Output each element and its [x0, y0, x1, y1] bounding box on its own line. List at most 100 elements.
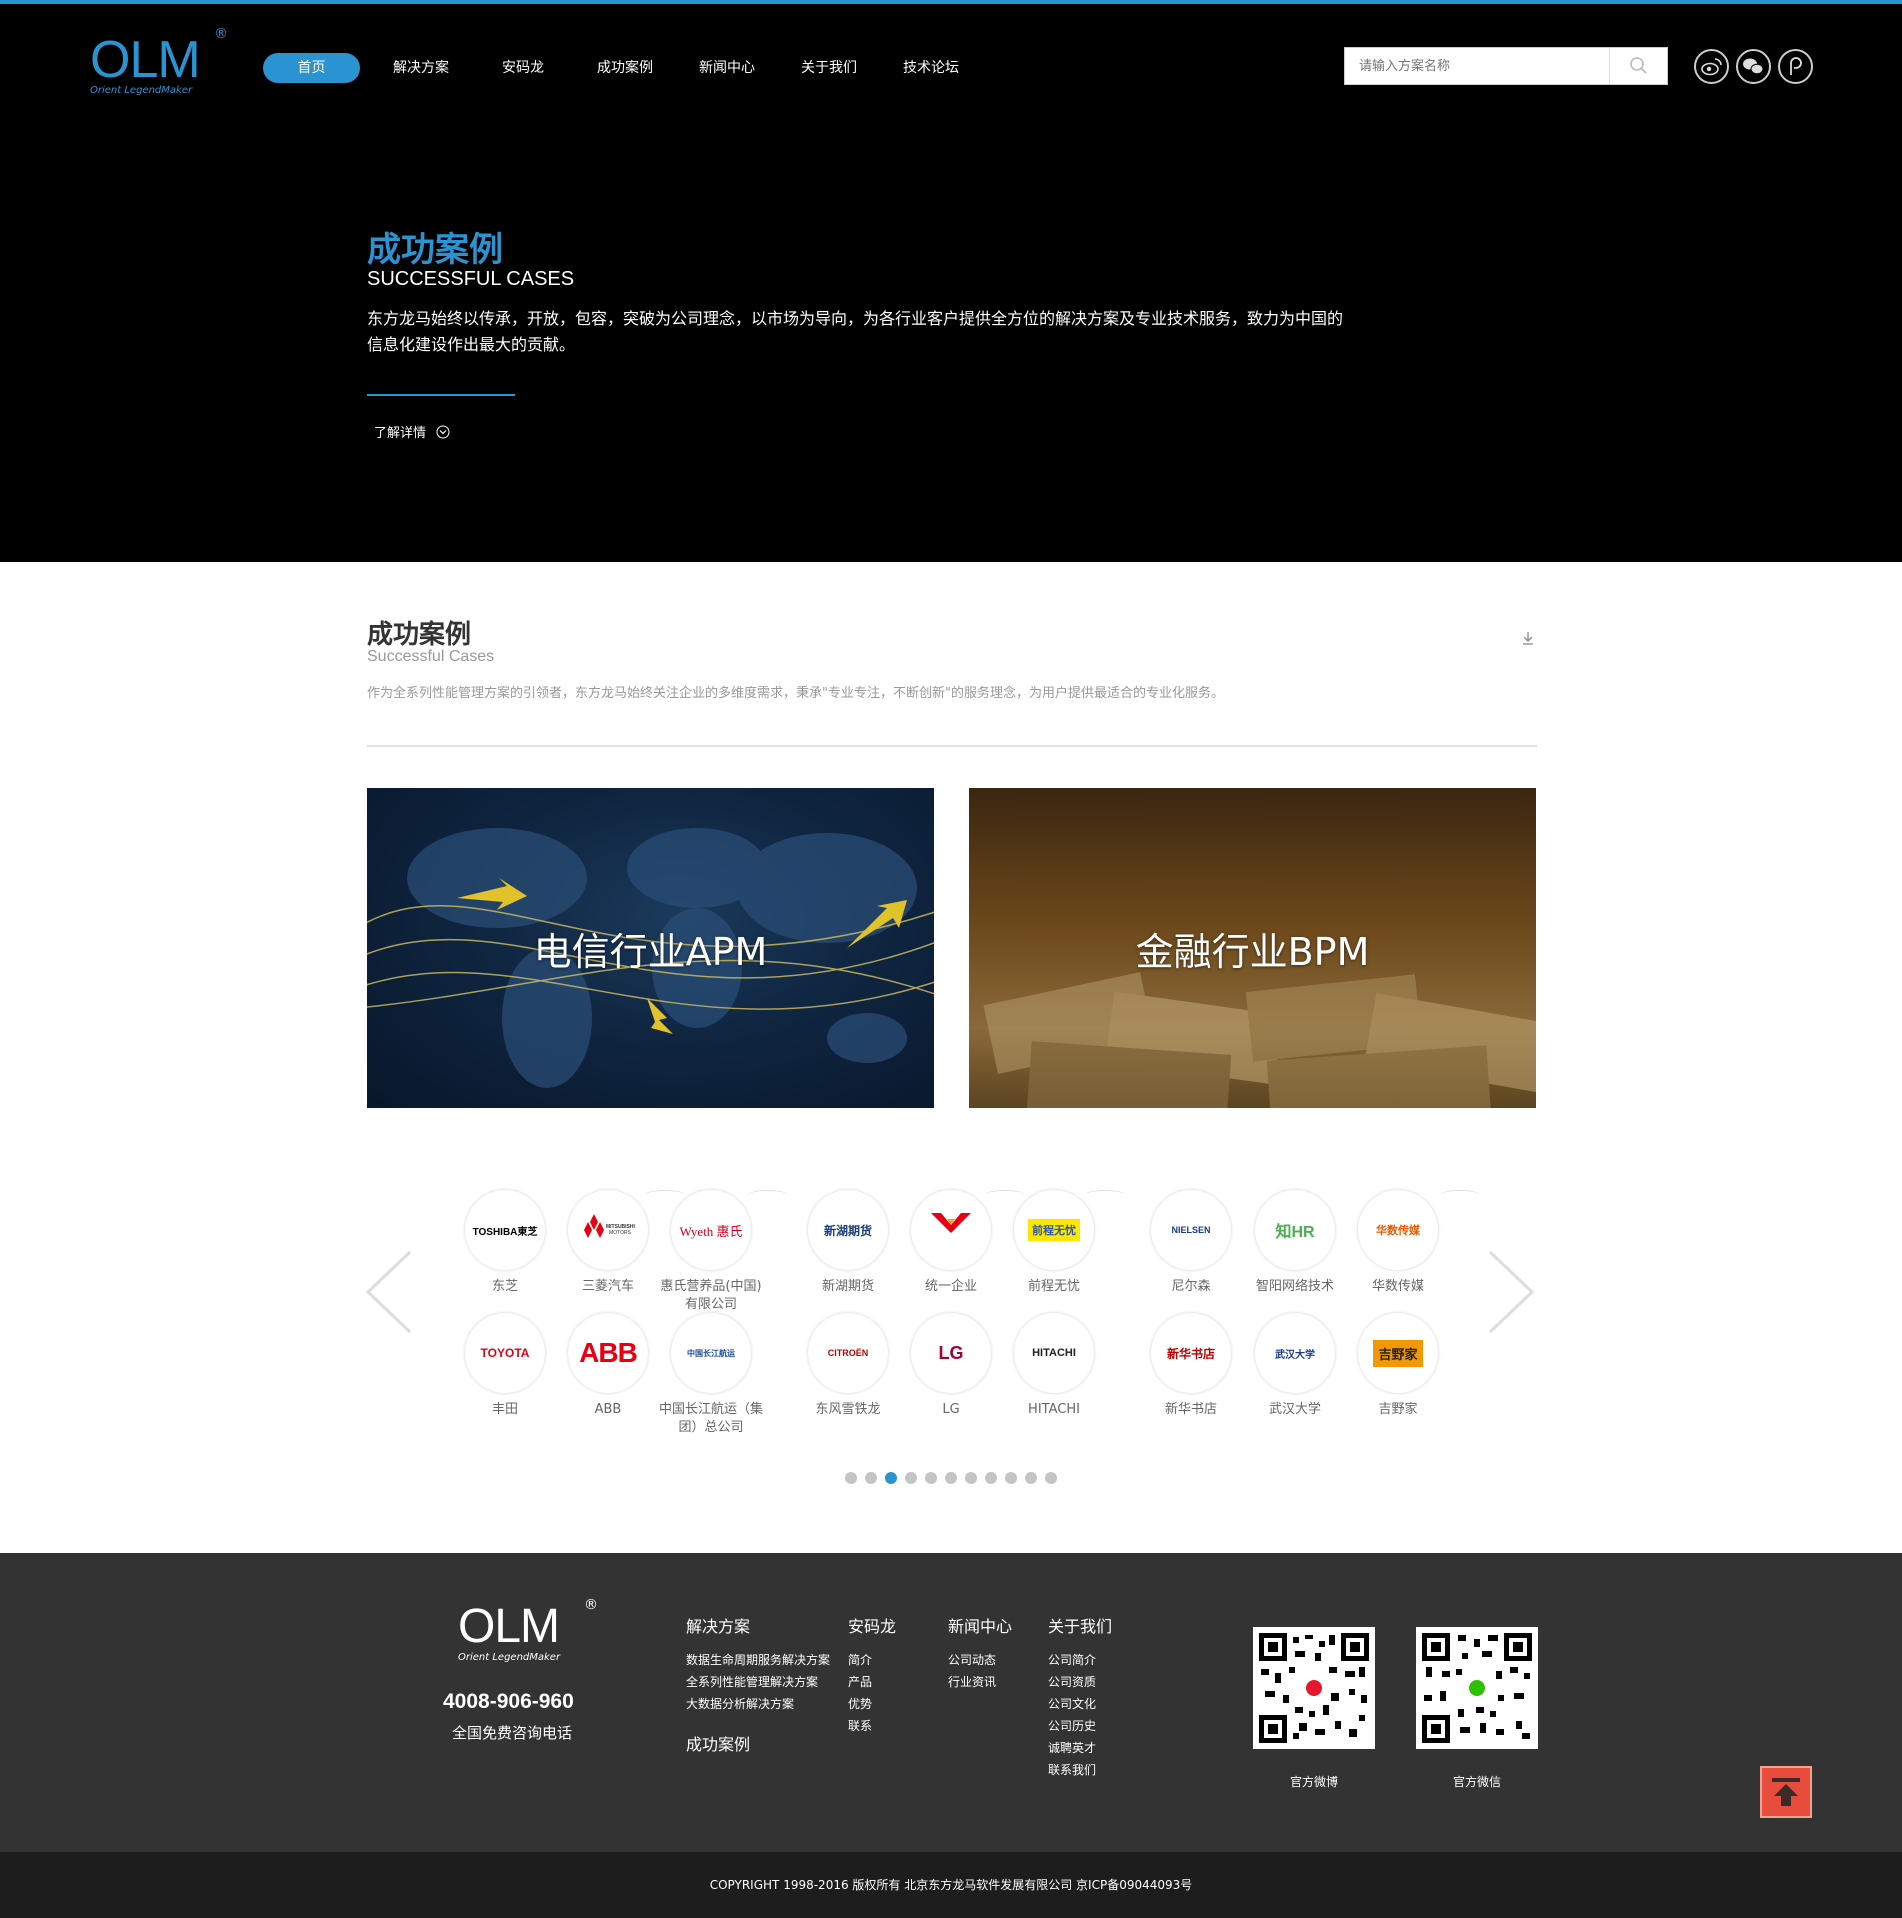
learn-more-link[interactable]: 了解详情 — [374, 422, 450, 441]
client-logo-text: LG — [938, 1342, 964, 1363]
carousel-dot[interactable] — [985, 1472, 997, 1484]
carousel-dot-active[interactable] — [885, 1472, 897, 1484]
client-item[interactable]: 新湖期货 新湖期货 — [793, 1190, 903, 1296]
footer-link[interactable]: 全系列性能管理解决方案 — [686, 1671, 830, 1693]
wechat-qr-code — [1416, 1627, 1538, 1749]
nav-item-about[interactable]: 关于我们 — [788, 53, 870, 83]
carousel-dot[interactable] — [905, 1472, 917, 1484]
client-name: 前程无忧 — [1027, 1279, 1080, 1294]
xinhu-futures-logo: 新湖期货 — [808, 1190, 888, 1270]
client-item[interactable]: MITSUBISHI MOTORS 三菱汽车 — [553, 1190, 663, 1296]
client-item[interactable]: 前程无忧 前程无忧 — [999, 1190, 1109, 1296]
footer-col-title[interactable]: 成功案例 — [686, 1731, 830, 1755]
client-item[interactable]: NIELSEN 尼尔森 — [1136, 1190, 1246, 1296]
nav-item-forum[interactable]: 技术论坛 — [890, 53, 972, 83]
search-button[interactable] — [1609, 48, 1667, 84]
footer-col-title[interactable]: 解决方案 — [686, 1613, 830, 1637]
footer-logo[interactable]: OLM Orient LegendMaker ® — [458, 1597, 598, 1663]
xinhua-bookstore-logo: 新华书店 — [1151, 1313, 1231, 1393]
nav-item-home[interactable]: 首页 — [263, 53, 360, 83]
hero-title: 成功案例 — [367, 230, 503, 270]
footer-col-title[interactable]: 新闻中心 — [948, 1613, 1012, 1637]
nav-item-news[interactable]: 新闻中心 — [686, 53, 768, 83]
zhihr-logo: 知HR — [1255, 1190, 1335, 1270]
qr-label: 官方微信 — [1452, 1775, 1501, 1789]
footer-link[interactable]: 联系 — [848, 1715, 896, 1737]
hitachi-logo: HITACHI — [1014, 1313, 1094, 1393]
client-item[interactable]: 知HR 智阳网络技术 — [1240, 1190, 1350, 1296]
footer-link[interactable]: 联系我们 — [1048, 1759, 1112, 1781]
client-item[interactable]: 新华书店 新华书店 — [1136, 1313, 1246, 1419]
weibo-icon — [1701, 58, 1722, 76]
footer-col-anmalong: 安码龙 简介 产品 优势 联系 — [848, 1613, 896, 1737]
client-item[interactable]: 统一企业 — [896, 1190, 1006, 1296]
footer-link[interactable]: 公司简介 — [1048, 1649, 1112, 1671]
carousel-dot[interactable] — [845, 1472, 857, 1484]
footer-link[interactable]: 数据生命周期服务解决方案 — [686, 1649, 830, 1671]
nav-item-solutions[interactable]: 解决方案 — [380, 53, 462, 83]
footer-link[interactable]: 优势 — [848, 1693, 896, 1715]
logo-text: OLM — [90, 31, 201, 89]
abb-logo: ABB — [568, 1313, 648, 1393]
client-name: 华数传媒 — [1371, 1279, 1424, 1294]
weibo-button[interactable] — [1694, 49, 1729, 84]
footer-link[interactable]: 行业资讯 — [948, 1671, 1012, 1693]
site-logo[interactable]: OLM Orient LegendMaker ® — [90, 26, 228, 96]
footer-link[interactable]: 产品 — [848, 1671, 896, 1693]
nav-item-cases[interactable]: 成功案例 — [584, 53, 666, 83]
client-item[interactable]: CITROËN 东风雪铁龙 — [793, 1313, 903, 1419]
footer-link[interactable]: 公司动态 — [948, 1649, 1012, 1671]
client-logo-text: 吉野家 — [1373, 1339, 1423, 1367]
client-item[interactable]: Wyeth 惠氏 惠氏营养品(中国)有限公司 — [656, 1190, 766, 1314]
client-item[interactable]: ABB ABB — [553, 1313, 663, 1419]
client-item[interactable]: 吉野家 吉野家 — [1343, 1313, 1453, 1419]
back-to-top-button[interactable] — [1760, 1766, 1812, 1818]
carousel-dot[interactable] — [865, 1472, 877, 1484]
lg-logo: LG — [911, 1313, 991, 1393]
footer-col-title[interactable]: 关于我们 — [1048, 1613, 1112, 1637]
client-logo-text: Wyeth 惠氏 — [679, 1223, 743, 1239]
carousel-dot[interactable] — [945, 1472, 957, 1484]
case-card-telecom[interactable]: 电信行业APM — [367, 788, 934, 1108]
client-name: ABB — [594, 1402, 622, 1417]
logo-tagline: Orient LegendMaker — [90, 85, 193, 96]
footer-link[interactable]: 公司资质 — [1048, 1671, 1112, 1693]
51job-logo: 前程无忧 — [1014, 1190, 1094, 1270]
download-button[interactable] — [1520, 630, 1536, 650]
search-input[interactable] — [1345, 48, 1607, 84]
toyota-logo: TOYOTA — [465, 1313, 545, 1393]
footer-link[interactable]: 大数据分析解决方案 — [686, 1693, 830, 1715]
section-divider — [367, 745, 1537, 747]
carousel-dot[interactable] — [1045, 1472, 1057, 1484]
footer-col-title[interactable]: 安码龙 — [848, 1613, 896, 1637]
carousel-prev-button[interactable] — [364, 1250, 414, 1334]
client-logo-text: 知HR — [1275, 1224, 1315, 1241]
client-item[interactable]: 华数传媒 华数传媒 — [1343, 1190, 1453, 1296]
client-item[interactable]: 中国长江航运 中国长江航运（集团）总公司 — [656, 1313, 766, 1437]
client-item[interactable]: HITACHI HITACHI — [999, 1313, 1109, 1419]
client-name: 新湖期货 — [821, 1279, 874, 1294]
nav-item-anmalong[interactable]: 安码龙 — [482, 53, 564, 83]
carousel-dot[interactable] — [965, 1472, 977, 1484]
main-nav: 首页 解决方案 安码龙 成功案例 新闻中心 关于我们 技术论坛 — [263, 53, 992, 83]
client-item[interactable]: 武汉大学 武汉大学 — [1240, 1313, 1350, 1419]
carousel-dot[interactable] — [925, 1472, 937, 1484]
footer-link[interactable]: 公司历史 — [1048, 1715, 1112, 1737]
wechat-button[interactable] — [1736, 49, 1771, 84]
footer-link[interactable]: 诚聘英才 — [1048, 1737, 1112, 1759]
client-item[interactable]: TOSHIBA東芝 东芝 — [450, 1190, 560, 1296]
footer-link[interactable]: 公司文化 — [1048, 1693, 1112, 1715]
client-logo-text: 新湖期货 — [823, 1223, 872, 1238]
forum-button[interactable] — [1778, 49, 1813, 84]
client-name: 东风雪铁龙 — [815, 1402, 881, 1417]
carousel-next-button[interactable] — [1486, 1250, 1536, 1334]
client-name: 三菱汽车 — [581, 1279, 634, 1294]
carousel-dot[interactable] — [1005, 1472, 1017, 1484]
chevron-left-icon — [365, 1250, 412, 1334]
carousel-dot[interactable] — [1025, 1472, 1037, 1484]
case-card-finance[interactable]: 金融行业BPM — [969, 788, 1536, 1108]
client-item[interactable]: TOYOTA 丰田 — [450, 1313, 560, 1419]
footer-link[interactable]: 简介 — [848, 1649, 896, 1671]
footer-phone-label: 全国免费咨询电话 — [452, 1724, 573, 1742]
client-item[interactable]: LG LG — [896, 1313, 1006, 1419]
